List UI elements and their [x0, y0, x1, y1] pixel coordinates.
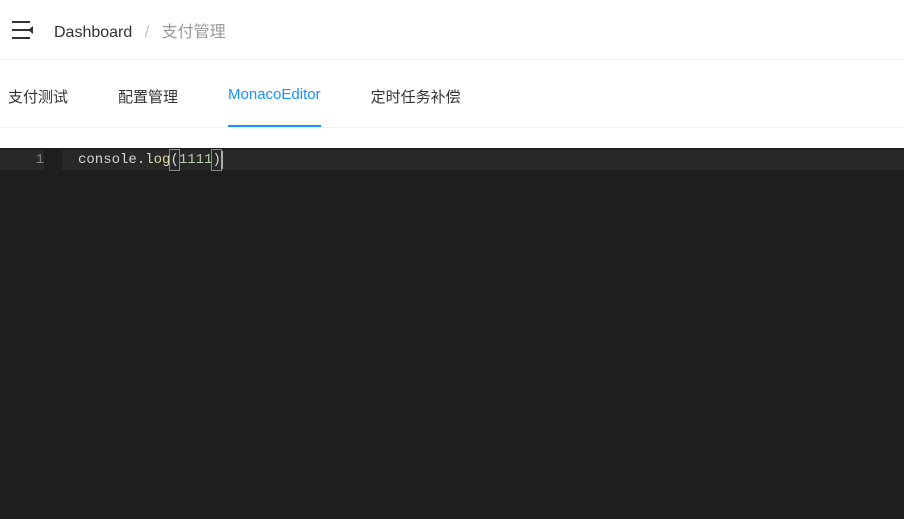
token-dot: .: [137, 150, 145, 170]
breadcrumb: Dashboard / 支付管理: [54, 18, 226, 42]
tab-monaco-editor[interactable]: MonacoEditor: [228, 86, 321, 127]
tab-payment-test[interactable]: 支付测试: [8, 86, 68, 127]
breadcrumb-separator: /: [145, 24, 149, 41]
header: Dashboard / 支付管理: [0, 0, 904, 60]
token-number: 1111: [179, 150, 213, 170]
token-method: log: [145, 150, 170, 170]
tabs-bar: 支付测试 配置管理 MonacoEditor 定时任务补偿: [0, 60, 904, 128]
breadcrumb-current: 支付管理: [162, 24, 226, 41]
tab-scheduled-compensation[interactable]: 定时任务补偿: [371, 86, 461, 127]
tab-config-manage[interactable]: 配置管理: [118, 86, 178, 127]
token-identifier: console: [78, 150, 137, 170]
editor-cursor: [221, 151, 223, 169]
editor-content[interactable]: console.log(1111): [62, 148, 904, 519]
line-number: 1: [36, 152, 44, 168]
code-editor[interactable]: 1 console.log(1111): [0, 148, 904, 519]
code-line[interactable]: console.log(1111): [62, 150, 904, 170]
breadcrumb-root[interactable]: Dashboard: [54, 24, 132, 41]
editor-gutter: 1: [0, 148, 62, 519]
menu-toggle-icon[interactable]: [12, 21, 30, 39]
